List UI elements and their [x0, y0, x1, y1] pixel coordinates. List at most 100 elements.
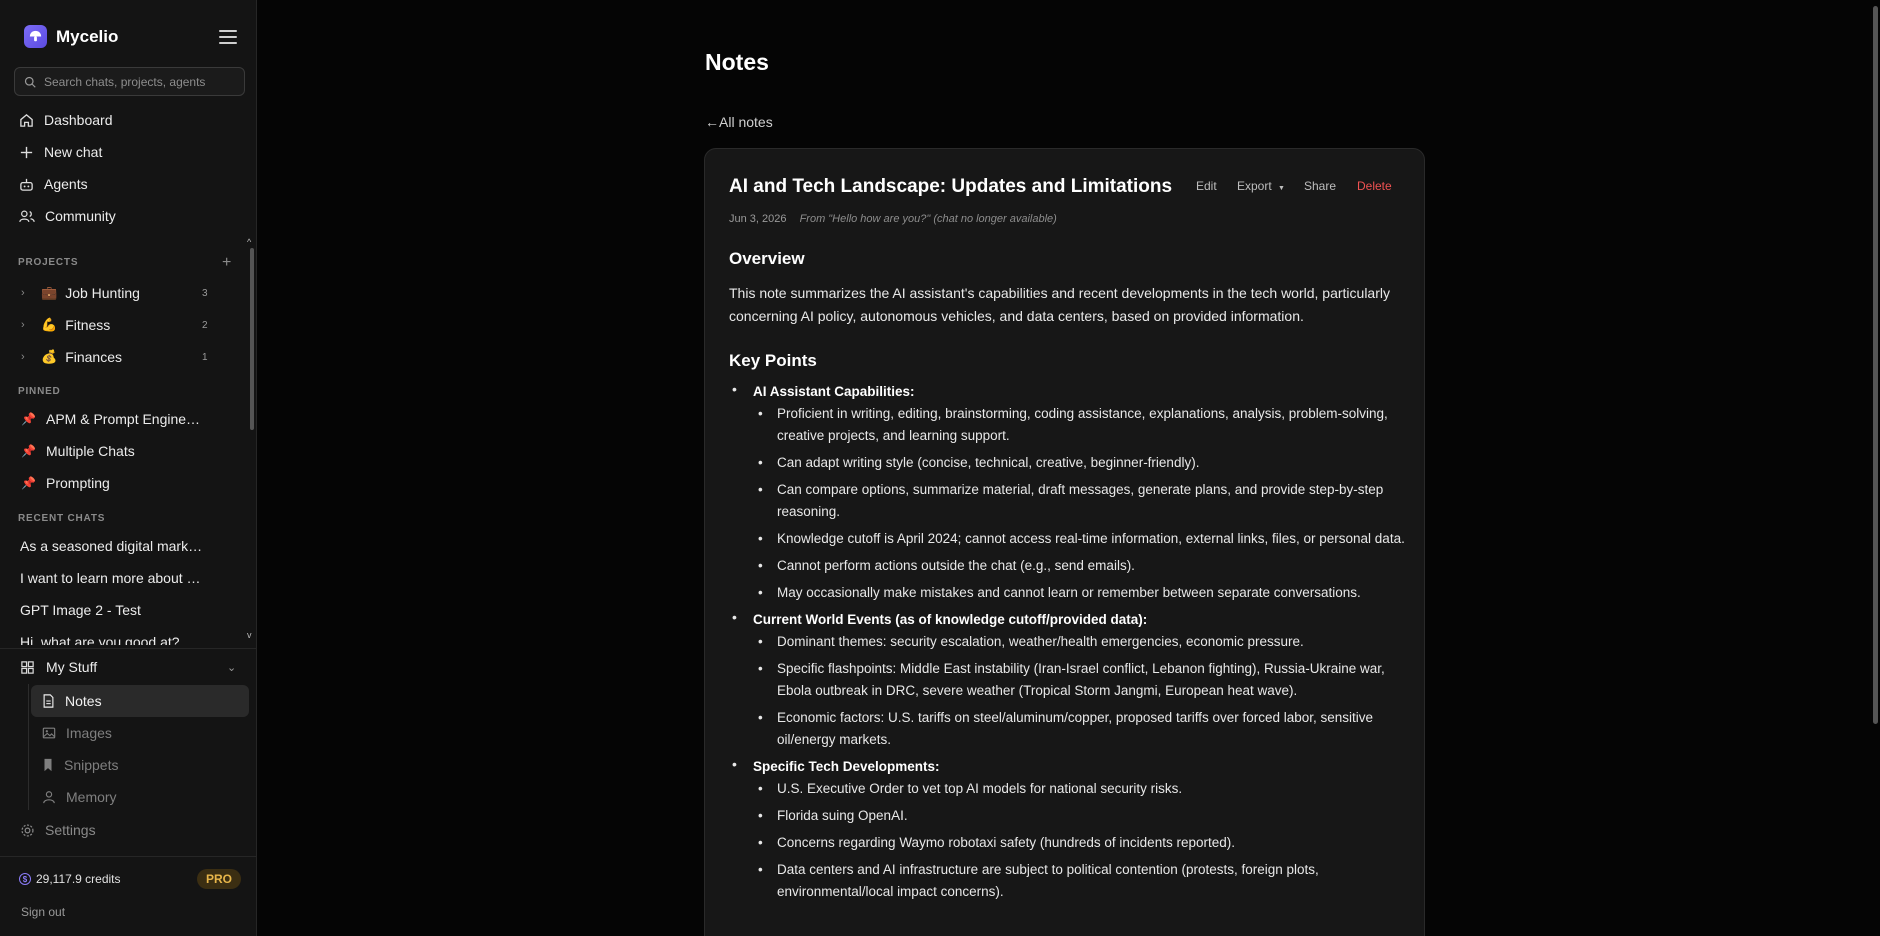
grid-icon — [21, 660, 34, 674]
search-input[interactable] — [44, 74, 234, 89]
list-item: U.S. Executive Order to vet top AI model… — [753, 778, 1409, 800]
sub-list: U.S. Executive Order to vet top AI model… — [753, 778, 1409, 903]
app-window: Mycelio Dashboard New chat Agents Commun… — [0, 0, 1880, 936]
key-points-heading: Key Points — [729, 351, 817, 370]
users-icon — [19, 210, 35, 222]
sidebar-item-label: Images — [66, 725, 112, 741]
main-scrollbar[interactable] — [1873, 6, 1878, 724]
document-icon — [43, 694, 54, 708]
key-points-list: AI Assistant Capabilities: Proficient in… — [729, 381, 1409, 903]
coin-icon: $ — [19, 873, 31, 885]
pinned-item-label: APM & Prompt Engine… — [46, 411, 201, 427]
sidebar-scrollbar[interactable] — [250, 248, 254, 430]
credits-label: 29,117.9 credits — [36, 872, 121, 886]
money-bag-icon: 💰 — [41, 349, 58, 364]
settings-button[interactable]: Settings — [20, 822, 96, 838]
note-content: Overview This note summarizes the AI ass… — [729, 249, 1409, 908]
robot-icon — [20, 178, 33, 191]
scroll-down-icon[interactable]: v — [247, 630, 252, 640]
recent-chats-label: RECENT CHATS — [18, 513, 106, 524]
nav-agents[interactable]: Agents — [19, 173, 88, 195]
pinned-item[interactable]: 📌 Prompting — [21, 473, 110, 493]
nav-new-chat[interactable]: New chat — [19, 141, 102, 163]
pinned-label: PINNED — [18, 386, 61, 397]
projects-label: PROJECTS — [18, 257, 79, 268]
project-count: 2 — [202, 319, 208, 331]
chevron-down-icon[interactable]: ⌄ — [227, 661, 236, 674]
menu-icon[interactable] — [219, 30, 237, 44]
brand[interactable]: Mycelio — [24, 25, 118, 48]
page-title: Notes — [705, 49, 769, 75]
section-heading: Specific Tech Developments: — [753, 759, 940, 774]
project-item[interactable]: › 💪 Fitness 2 — [21, 315, 211, 335]
nav-community[interactable]: Community — [19, 205, 116, 227]
note-source: From "Hello how are you?" (chat no longe… — [799, 213, 1057, 225]
list-item: Can compare options, summarize material,… — [753, 479, 1409, 523]
pushpin-icon: 📌 — [21, 476, 36, 490]
sidebar-item-snippets[interactable]: Snippets — [31, 749, 249, 781]
bookmark-icon — [44, 758, 52, 772]
divider — [0, 648, 257, 649]
divider — [0, 856, 257, 857]
pushpin-icon: 📌 — [21, 444, 36, 458]
list-item: Dominant themes: security escalation, we… — [753, 631, 1409, 653]
list-item: AI Assistant Capabilities: Proficient in… — [729, 381, 1409, 604]
list-item: Can adapt writing style (concise, techni… — [753, 452, 1409, 474]
list-item: Florida suing OpenAI. — [753, 805, 1409, 827]
search-icon — [24, 76, 36, 88]
briefcase-icon: 💼 — [41, 285, 58, 300]
chevron-right-icon[interactable]: › — [21, 319, 33, 331]
sub-list: Dominant themes: security escalation, we… — [753, 631, 1409, 751]
project-label: Finances — [65, 349, 122, 365]
search-box[interactable] — [14, 67, 245, 96]
user-icon — [43, 791, 55, 804]
project-count: 1 — [202, 351, 208, 363]
sub-list: Proficient in writing, editing, brainsto… — [753, 403, 1409, 604]
settings-label: Settings — [45, 822, 96, 838]
recent-chat-item[interactable]: GPT Image 2 - Test — [20, 602, 205, 618]
list-item: Cannot perform actions outside the chat … — [753, 555, 1409, 577]
list-item: Concerns regarding Waymo robotaxi safety… — [753, 832, 1409, 854]
project-item[interactable]: › 💰 Finances 1 — [21, 347, 211, 367]
recent-chat-item[interactable]: Hi, what are you good at? — [20, 634, 205, 645]
plan-badge[interactable]: PRO — [197, 869, 241, 889]
nav-dashboard[interactable]: Dashboard — [19, 109, 113, 131]
pushpin-icon: 📌 — [21, 412, 36, 426]
caret-down-icon: ▼ — [1278, 185, 1285, 192]
recent-chat-item[interactable]: I want to learn more about … — [20, 570, 205, 586]
recent-chat-item[interactable]: As a seasoned digital mark… — [20, 538, 205, 554]
list-item: Current World Events (as of knowledge cu… — [729, 609, 1409, 751]
pinned-item[interactable]: 📌 APM & Prompt Engine… — [21, 409, 200, 429]
sidebar-item-memory[interactable]: Memory — [31, 781, 249, 813]
all-notes-back-link[interactable]: ←All notes — [705, 114, 773, 130]
list-item: Data centers and AI infrastructure are s… — [753, 859, 1409, 903]
share-button[interactable]: Share — [1304, 179, 1336, 193]
my-stuff-toggle[interactable]: My Stuff ⌄ — [20, 657, 240, 677]
delete-button[interactable]: Delete — [1357, 179, 1392, 193]
overview-text: This note summarizes the AI assistant's … — [729, 285, 1390, 324]
chevron-right-icon[interactable]: › — [21, 351, 33, 363]
sidebar-item-images[interactable]: Images — [31, 717, 249, 749]
pinned-item-label: Multiple Chats — [46, 443, 135, 459]
scroll-up-icon[interactable]: ^ — [247, 237, 251, 247]
pinned-item[interactable]: 📌 Multiple Chats — [21, 441, 135, 461]
tree-guide-line — [28, 684, 29, 810]
image-icon — [42, 727, 56, 739]
sidebar-item-notes[interactable]: Notes — [31, 685, 249, 717]
my-stuff-label: My Stuff — [46, 659, 98, 675]
list-item: Knowledge cutoff is April 2024; cannot a… — [753, 528, 1409, 550]
chevron-right-icon[interactable]: › — [21, 287, 33, 299]
project-item[interactable]: › 💼 Job Hunting 3 — [21, 283, 211, 303]
nav-dashboard-label: Dashboard — [44, 112, 113, 128]
sign-out-link[interactable]: Sign out — [21, 905, 65, 919]
flexed-biceps-icon: 💪 — [41, 317, 58, 332]
sidebar-item-label: Snippets — [64, 757, 119, 773]
note-card: AI and Tech Landscape: Updates and Limit… — [704, 148, 1425, 936]
edit-button[interactable]: Edit — [1196, 179, 1217, 193]
export-button[interactable]: Export ▼ — [1237, 179, 1285, 193]
credits-balance: $ 29,117.9 credits — [19, 872, 121, 886]
add-project-plus-icon[interactable]: + — [222, 254, 231, 272]
section-heading: Current World Events (as of knowledge cu… — [753, 612, 1148, 627]
mushroom-logo-icon — [24, 25, 47, 48]
overview-heading: Overview — [729, 249, 805, 268]
